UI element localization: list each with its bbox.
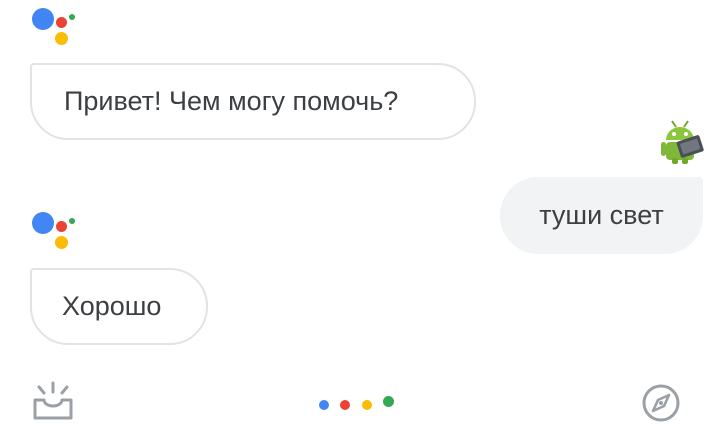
assistant-message-text: Хорошо: [62, 291, 162, 321]
assistant-message-bubble: Хорошо: [30, 268, 208, 345]
assistant-conversation-screen: Привет! Чем могу помочь? туши свет Хорош…: [0, 0, 728, 437]
green-dot: [383, 396, 394, 407]
user-message-bubble: туши свет: [500, 177, 703, 254]
compass-icon[interactable]: [640, 382, 682, 424]
assistant-message-text: Привет! Чем могу помочь?: [64, 86, 399, 116]
red-dot: [340, 400, 350, 410]
yellow-dot: [362, 400, 372, 410]
assistant-logo-icon: [32, 208, 78, 250]
android-avatar-icon: [661, 120, 704, 164]
google-dots-indicator[interactable]: [318, 395, 398, 413]
blue-dot: [319, 400, 329, 410]
assistant-logo-icon: [32, 4, 78, 46]
assistant-message-bubble: Привет! Чем могу помочь?: [30, 63, 476, 140]
user-message-text: туши свет: [539, 200, 664, 230]
inbox-updates-icon[interactable]: [32, 381, 74, 421]
